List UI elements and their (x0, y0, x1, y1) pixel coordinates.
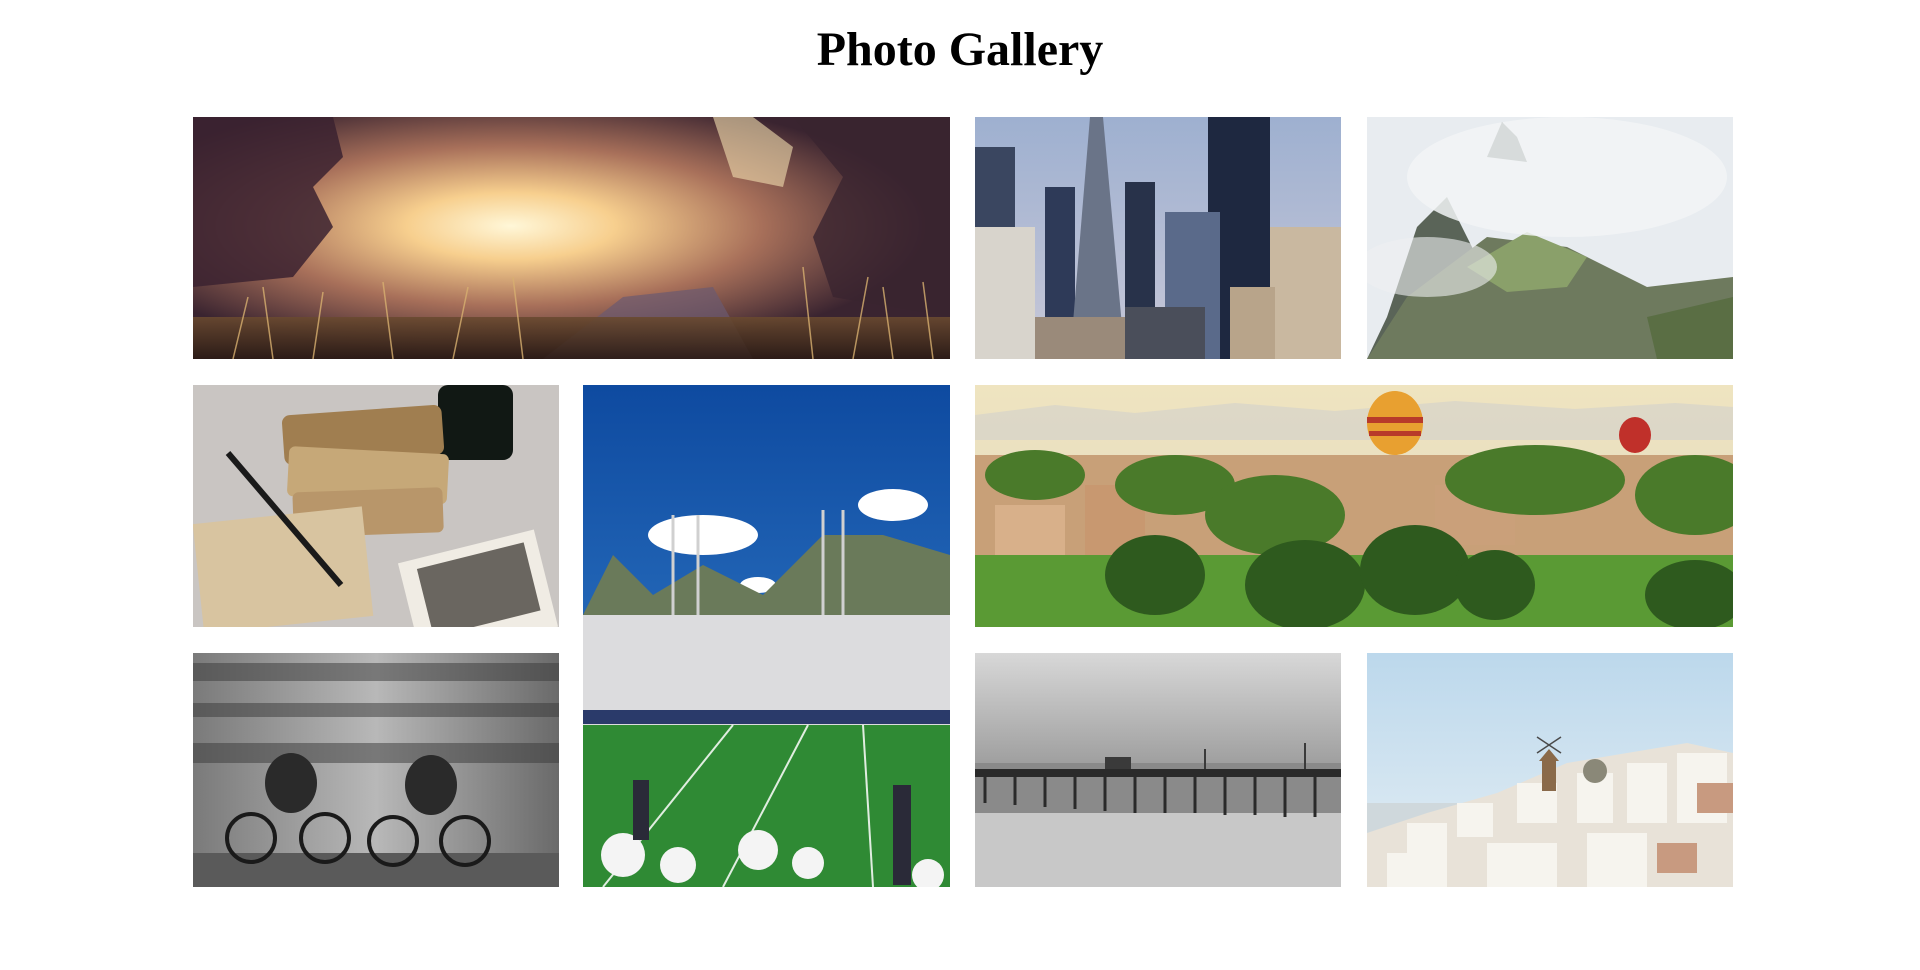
misty-mountain-image (1367, 117, 1733, 359)
photo-city-skyline[interactable] (975, 117, 1341, 359)
photo-misty-mountain-ruins[interactable] (1367, 117, 1733, 359)
page-title: Photo Gallery (816, 23, 1104, 76)
photo-sunset-field[interactable] (193, 117, 950, 359)
city-skyline-image (975, 117, 1341, 359)
photo-blurred-cyclists[interactable] (193, 653, 559, 887)
cyclists-image (193, 653, 559, 887)
pier-image (975, 653, 1341, 887)
photo-hot-air-balloons-palms[interactable] (975, 385, 1733, 627)
sunset-field-image (193, 117, 950, 359)
photo-ocean-pier[interactable] (975, 653, 1341, 887)
letters-pen-image (193, 385, 559, 627)
photo-white-village[interactable] (1367, 653, 1733, 887)
photo-gallery-grid (193, 117, 1735, 887)
village-image (1367, 653, 1733, 887)
photo-football-stadium[interactable] (583, 385, 950, 887)
balloons-palms-image (975, 385, 1733, 627)
photo-letters-and-pen[interactable] (193, 385, 559, 627)
stadium-image (583, 385, 950, 887)
